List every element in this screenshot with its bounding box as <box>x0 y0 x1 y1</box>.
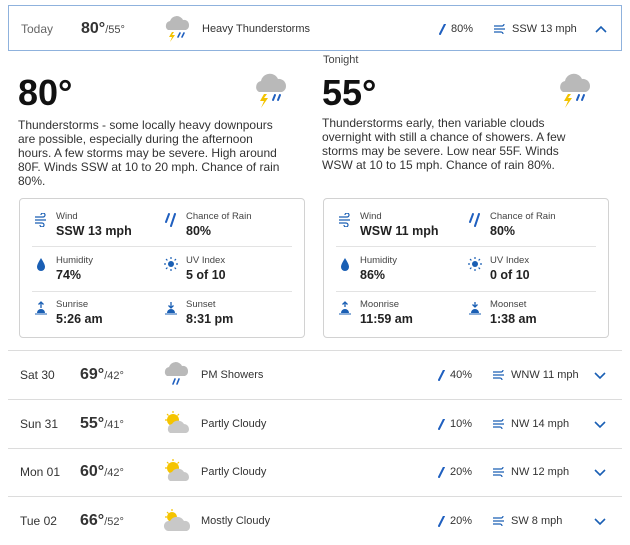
high-low-temp: 80°/55° <box>81 20 125 37</box>
precip-chance: 10% <box>438 401 472 447</box>
uv-index-detail: UV Index 0 of 10 <box>468 255 598 295</box>
sunrise-detail: Sunrise 5:26 am <box>34 299 164 339</box>
raindrop-icon <box>165 213 176 227</box>
divider <box>8 350 622 351</box>
raindrop-icon <box>439 22 446 35</box>
rain-showers-icon <box>164 362 189 385</box>
mostly-cloudy-icon <box>163 509 191 531</box>
condition-text: PM Showers <box>201 369 264 381</box>
condition-text: Partly Cloudy <box>201 466 267 478</box>
wind-detail: Wind WSW 11 mph <box>338 211 468 251</box>
day-label: Sun 31 <box>20 417 59 431</box>
wind-info: SSW 13 mph <box>493 6 577 52</box>
condition-text: Heavy Thunderstorms <box>202 23 311 35</box>
night-description: Thunderstorms early, then variable cloud… <box>322 116 566 172</box>
wind-icon <box>493 416 504 432</box>
divider <box>8 496 622 497</box>
wind-info: NW 12 mph <box>492 449 569 495</box>
rain-chance-detail: Chance of Rain 80% <box>468 211 598 251</box>
wind-icon <box>494 21 505 37</box>
raindrop-icon <box>438 465 445 478</box>
chevron-up-icon[interactable] <box>593 22 609 36</box>
sunset-icon <box>165 302 177 315</box>
condition-text: Mostly Cloudy <box>201 515 271 527</box>
high-low-temp: 69°/42° <box>80 366 124 383</box>
thunderstorm-icon <box>256 73 287 108</box>
high-low-temp: 66°/52° <box>80 512 124 529</box>
raindrop-icon <box>469 213 480 227</box>
day-description: Thunderstorms - some locally heavy downp… <box>18 118 280 188</box>
day-label: Today <box>21 22 54 36</box>
wind-icon <box>35 213 46 227</box>
wind-info: SW 8 mph <box>492 498 562 544</box>
day-row[interactable]: Sat 30 69°/42° PM Showers 40% WNW 11 mph <box>8 352 622 398</box>
chevron-down-icon[interactable] <box>592 368 608 382</box>
moonrise-icon <box>339 301 351 315</box>
night-details-card: Wind WSW 11 mph Chance of Rain 80% Humid… <box>323 198 609 338</box>
chevron-down-icon[interactable] <box>592 465 608 479</box>
wind-icon <box>493 513 504 529</box>
wind-icon <box>493 367 504 383</box>
sunset-detail: Sunset 8:31 pm <box>164 299 294 339</box>
wind-info: NW 14 mph <box>492 401 569 447</box>
rain-chance-detail: Chance of Rain 80% <box>164 211 294 251</box>
precip-chance: 20% <box>438 498 472 544</box>
day-row[interactable]: Tue 02 66°/52° Mostly Cloudy 20% SW 8 mp… <box>8 498 622 544</box>
partly-cloudy-icon <box>165 411 190 433</box>
wind-icon <box>493 464 504 480</box>
thunderstorm-icon <box>560 73 591 108</box>
divider <box>8 399 622 400</box>
sun-icon <box>164 257 178 271</box>
precip-chance: 80% <box>439 6 473 52</box>
sun-icon <box>468 257 482 271</box>
moonset-detail: Moonset 1:38 am <box>468 299 598 339</box>
precip-chance: 20% <box>438 449 472 495</box>
moonrise-detail: Moonrise 11:59 am <box>338 299 468 339</box>
partly-cloudy-icon <box>165 459 190 481</box>
day-label: Sat 30 <box>20 368 55 382</box>
day-temperature: 80° <box>18 72 73 113</box>
high-low-temp: 55°/41° <box>80 415 124 432</box>
day-details-card: Wind SSW 13 mph Chance of Rain 80% Humid… <box>19 198 305 338</box>
thunderstorm-icon <box>165 16 190 42</box>
day-row[interactable]: Mon 01 60°/42° Partly Cloudy 20% NW 12 m… <box>8 449 622 495</box>
humidity-detail: Humidity 86% <box>338 255 468 295</box>
humidity-icon <box>341 258 349 271</box>
raindrop-icon <box>438 417 445 430</box>
day-row[interactable]: Sun 31 55°/41° Partly Cloudy 10% NW 14 m… <box>8 401 622 447</box>
wind-info: WNW 11 mph <box>492 352 579 398</box>
wind-detail: Wind SSW 13 mph <box>34 211 164 251</box>
high-low-temp: 60°/42° <box>80 463 124 480</box>
humidity-detail: Humidity 74% <box>34 255 164 295</box>
chevron-down-icon[interactable] <box>592 514 608 528</box>
precip-chance: 40% <box>438 352 472 398</box>
chevron-down-icon[interactable] <box>592 417 608 431</box>
raindrop-icon <box>438 368 445 381</box>
moonset-icon <box>469 302 481 315</box>
sunrise-icon <box>35 301 47 315</box>
uv-index-detail: UV Index 5 of 10 <box>164 255 294 295</box>
condition-text: Partly Cloudy <box>201 418 267 430</box>
day-row-today[interactable]: Today 80°/55° Heavy Thunderstorms 80% SS… <box>8 5 622 51</box>
day-label: Tue 02 <box>20 514 57 528</box>
day-label: Mon 01 <box>20 465 61 479</box>
wind-icon <box>339 213 350 227</box>
night-temperature: 55° <box>322 72 377 113</box>
raindrop-icon <box>438 514 445 527</box>
tonight-label: Tonight <box>323 54 359 66</box>
humidity-icon <box>37 258 45 271</box>
